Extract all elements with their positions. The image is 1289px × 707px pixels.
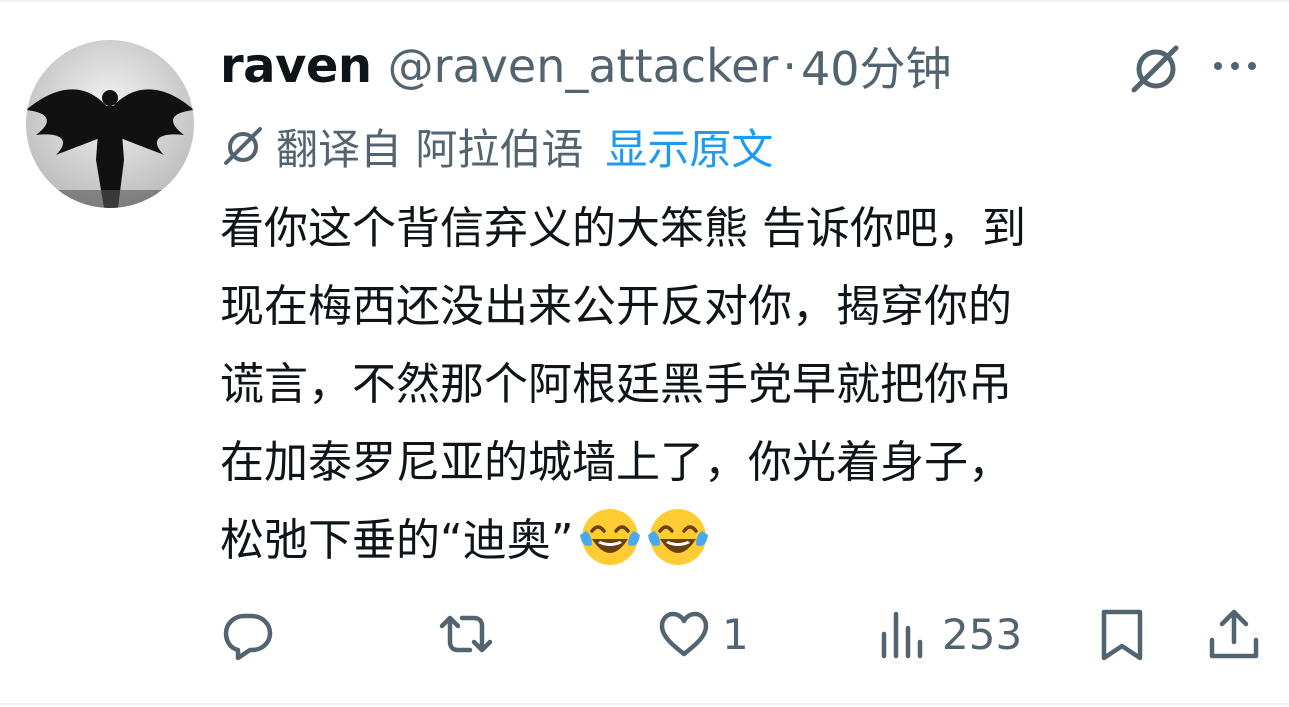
bookmark-button[interactable] (1094, 596, 1150, 672)
share-button[interactable] (1206, 596, 1262, 672)
translated-from-label: 翻译自 阿拉伯语 (276, 124, 584, 174)
tweet-actions: 1 253 (0, 596, 1289, 672)
like-button[interactable]: 1 (656, 596, 749, 672)
tears-of-joy-emoji-icon (647, 509, 708, 565)
avatar[interactable] (26, 40, 194, 208)
tweet-text: 看你这个背信弃义的大笨熊 告诉你吧，到 现在梅西还没出来公开反对你，揭穿你的 谎… (220, 190, 1270, 580)
more-icon[interactable] (1212, 56, 1258, 76)
reply-button[interactable] (220, 596, 286, 672)
grok-icon[interactable] (1128, 40, 1184, 96)
views-button[interactable]: 253 (876, 596, 1022, 672)
bookmark-icon (1101, 609, 1143, 661)
tweet-timestamp[interactable]: 40分钟 (801, 33, 952, 99)
avatar-image (26, 40, 194, 208)
author-handle[interactable]: @raven_attacker (388, 39, 779, 93)
grok-translate-icon (224, 127, 262, 165)
tears-of-joy-emoji-icon (579, 509, 640, 565)
tweet-text-line: 现在梅西还没出来公开反对你，揭穿你的 (220, 281, 1012, 332)
show-original-link[interactable]: 显示原文 (605, 116, 773, 177)
retweet-button[interactable] (438, 596, 504, 672)
tweet-text-line: 谎言，不然那个阿根廷黑手党早就把你吊 (220, 359, 1012, 410)
author-display-name[interactable]: raven (220, 38, 372, 94)
share-icon (1209, 609, 1259, 659)
views-count: 253 (942, 609, 1023, 659)
tweet-text-line: 看你这个背信弃义的大笨熊 告诉你吧，到 (220, 203, 1026, 254)
tweet-header: raven @raven_attacker · 40分钟 (220, 36, 951, 96)
views-icon (881, 611, 923, 659)
top-divider (0, 0, 1289, 2)
like-count: 1 (722, 609, 749, 659)
retweet-icon (439, 615, 493, 653)
tweet-text-line: 在加泰罗尼亚的城墙上了，你光着身子， (220, 437, 1012, 488)
heart-icon (659, 611, 709, 657)
tweet-text-line-last: 松弛下垂的“迪奥” (220, 502, 1270, 580)
header-separator: · (782, 39, 797, 93)
bottom-divider (0, 703, 1289, 705)
translation-bar: 翻译自 阿拉伯语 显示原文 (220, 118, 773, 174)
reply-icon (223, 613, 273, 661)
tweet-text-line-content: 松弛下垂的“迪奥” (220, 515, 574, 566)
